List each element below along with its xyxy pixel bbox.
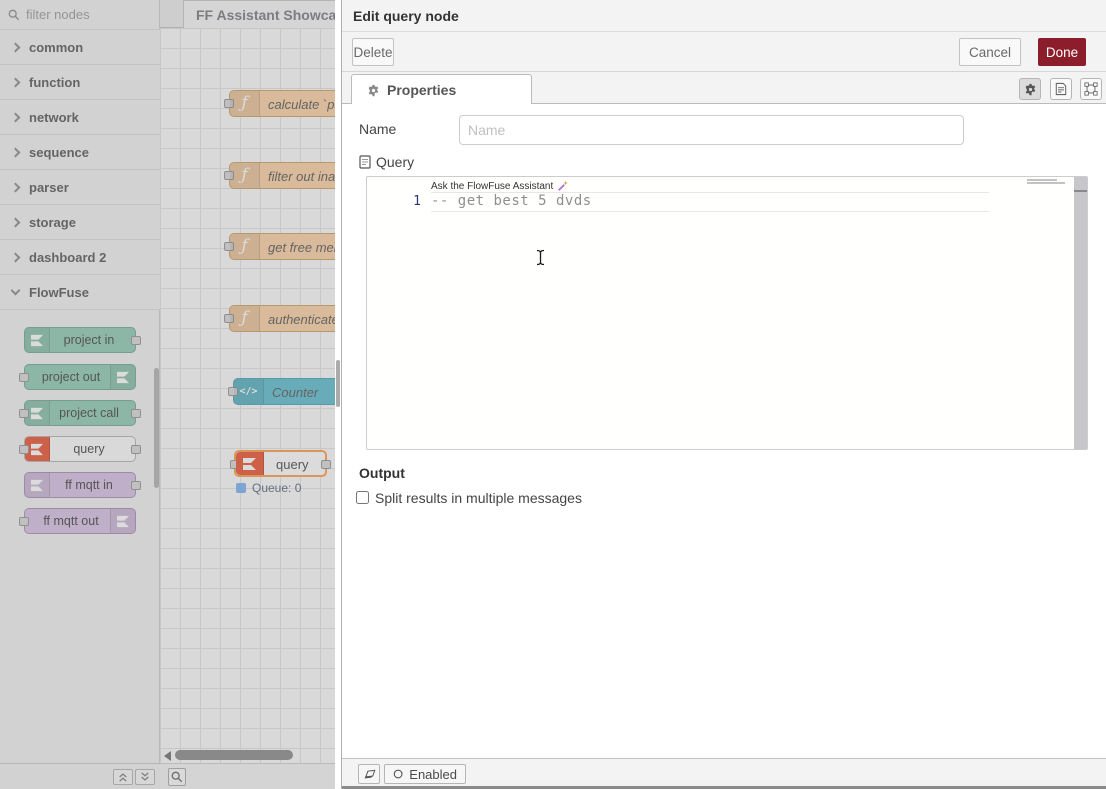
book-icon (363, 768, 376, 780)
query-file-icon (359, 155, 371, 169)
tray-header: Edit query node (342, 0, 1106, 32)
document-icon (1055, 82, 1067, 96)
gear-icon (367, 84, 380, 97)
editor-shade-overlay (0, 0, 335, 789)
text-cursor-icon (535, 249, 546, 266)
enabled-toggle-button[interactable]: Enabled (384, 764, 466, 784)
output-section-label: Output (359, 465, 405, 481)
name-label: Name (359, 121, 396, 137)
tab-properties-label: Properties (387, 82, 456, 98)
edit-tray: Edit query node Delete Cancel Done Prope… (341, 0, 1106, 789)
properties-view-button[interactable] (1019, 78, 1041, 100)
tab-properties[interactable]: Properties (351, 74, 532, 105)
editor-minimap (1027, 179, 1067, 185)
query-field-label: Query (359, 154, 414, 170)
description-view-button[interactable] (1050, 78, 1072, 100)
assistant-hint-text: Ask the FlowFuse Assistant (431, 181, 553, 192)
tray-content: Name Query 1 Ask the FlowFuse Assistant … (342, 104, 1106, 758)
sql-code-editor[interactable]: 1 Ask the FlowFuse Assistant -- get best… (366, 176, 1088, 450)
appearance-icon (1084, 82, 1098, 96)
line-number: 1 (397, 194, 421, 209)
tray-footer: Enabled (342, 758, 1106, 789)
name-input[interactable] (459, 115, 964, 145)
enabled-label: Enabled (409, 767, 457, 782)
line-divider (431, 211, 989, 212)
delete-button[interactable]: Delete (352, 38, 394, 66)
sql-code-line: -- get best 5 dvds (431, 193, 592, 209)
node-help-button[interactable] (358, 764, 380, 784)
node-red-editor: common function network sequence parser … (0, 0, 1106, 789)
vertical-scrollbar[interactable] (336, 360, 340, 407)
appearance-view-button[interactable] (1080, 78, 1102, 100)
tray-tab-row: Properties (342, 72, 1106, 104)
cancel-button[interactable]: Cancel (959, 38, 1021, 66)
tray-toolbar: Delete Cancel Done (342, 32, 1106, 72)
editor-scrollbar[interactable] (1074, 177, 1087, 449)
split-results-checkbox[interactable] (356, 491, 369, 504)
query-label-text: Query (376, 154, 414, 170)
split-results-label: Split results in multiple messages (375, 490, 582, 506)
gear-icon (1024, 83, 1037, 96)
assistant-hint[interactable]: Ask the FlowFuse Assistant (431, 180, 569, 192)
enabled-status-icon (393, 768, 403, 780)
magic-wand-icon (557, 180, 569, 192)
tray-title: Edit query node (353, 8, 459, 24)
done-button[interactable]: Done (1038, 38, 1086, 66)
